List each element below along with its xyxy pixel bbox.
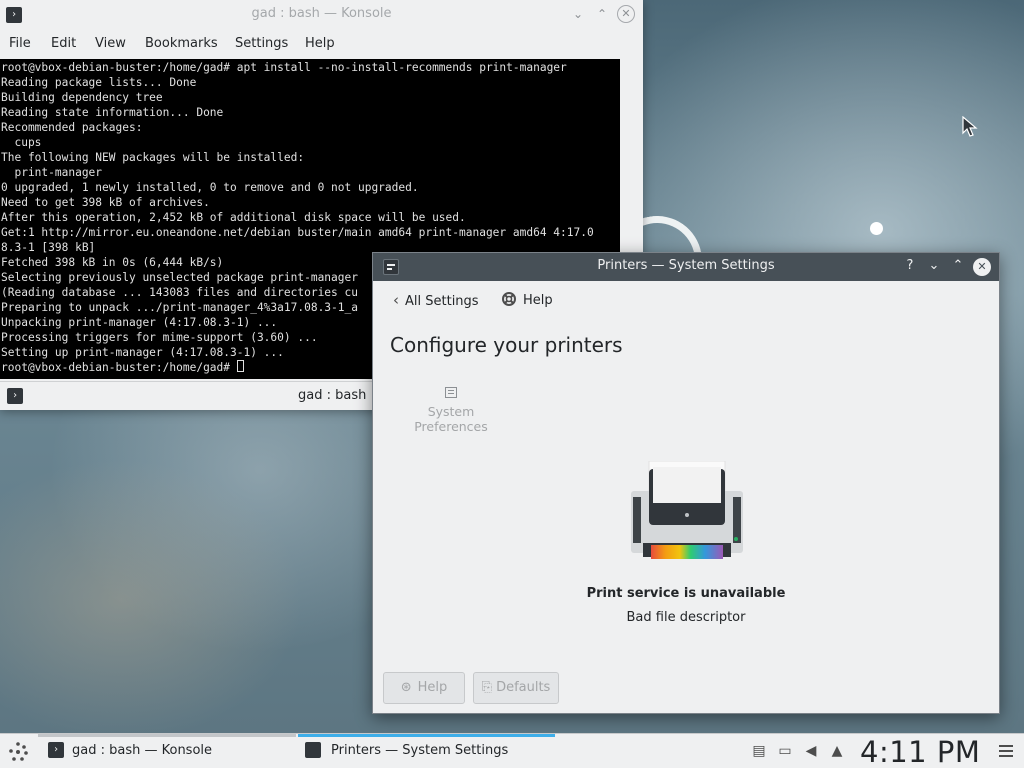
terminal-line: (Reading database ... 143083 files and d… xyxy=(1,286,358,299)
task-label: Printers — System Settings xyxy=(331,743,509,758)
terminal-app-icon: › xyxy=(48,742,64,758)
all-settings-button[interactable]: ‹ All Settings xyxy=(393,291,479,309)
expand-tray-arrow-icon[interactable]: ▲ xyxy=(829,743,845,759)
minimize-icon[interactable]: ⌄ xyxy=(925,257,943,275)
wallpaper-dot xyxy=(870,222,883,235)
terminal-line: Reading package lists... Done xyxy=(1,76,197,89)
terminal-line: Building dependency tree xyxy=(1,91,163,104)
clipboard-icon[interactable]: ▤ xyxy=(751,743,767,759)
task-indicator-active xyxy=(298,734,555,737)
lifebuoy-icon: ⊛ xyxy=(400,680,412,695)
footer-help-button[interactable]: ⊛ Help xyxy=(383,672,465,704)
terminal-cursor xyxy=(236,360,244,372)
system-preferences-button[interactable]: System Preferences xyxy=(391,387,511,434)
terminal-line: Fetched 398 kB in 0s (6,444 kB/s) xyxy=(1,256,224,269)
menu-settings[interactable]: Settings xyxy=(235,36,288,51)
edit-undo-icon: ⎘ xyxy=(481,680,493,695)
volume-icon[interactable]: ◀ xyxy=(803,743,819,759)
menu-view[interactable]: View xyxy=(95,36,126,51)
konsole-window-title: gad : bash — Konsole xyxy=(251,6,392,21)
preferences-icon xyxy=(445,387,457,398)
konsole-menubar: File Edit View Bookmarks Settings Help xyxy=(0,31,643,57)
terminal-line: Reading state information... Done xyxy=(1,106,224,119)
terminal-line: Need to get 398 kB of archives. xyxy=(1,196,210,209)
terminal-line: Setting up print-manager (4:17.08.3-1) .… xyxy=(1,346,284,359)
terminal-line: cups xyxy=(1,136,42,149)
terminal-line: 0 upgraded, 1 newly installed, 0 to remo… xyxy=(1,181,419,194)
terminal-tab-icon[interactable]: › xyxy=(7,388,23,404)
terminal-line: Processing triggers for mime-support (3.… xyxy=(1,331,318,344)
panel-options-icon[interactable] xyxy=(999,745,1013,757)
menu-edit[interactable]: Edit xyxy=(51,36,76,51)
taskbar-panel: › gad : bash — Konsole Printers — System… xyxy=(0,733,1024,768)
clock[interactable]: 4:11 PM xyxy=(860,735,980,768)
defaults-button[interactable]: ⎘ Defaults xyxy=(473,672,559,704)
printer-icon xyxy=(631,461,743,559)
close-icon[interactable]: ✕ xyxy=(973,258,991,276)
system-preferences-label: System Preferences xyxy=(414,404,488,434)
settings-toolbar: ‹ All Settings Help xyxy=(373,281,999,317)
terminal-prompt: root@vbox-debian-buster:/home/gad# xyxy=(1,361,237,374)
system-settings-window[interactable]: Printers — System Settings ? ⌄ ⌃ ✕ ‹ All … xyxy=(372,252,1000,714)
maximize-icon[interactable]: ⌃ xyxy=(593,5,611,23)
terminal-line: After this operation, 2,452 kB of additi… xyxy=(1,211,466,224)
mouse-pointer-icon xyxy=(962,116,978,137)
close-icon[interactable]: ✕ xyxy=(617,5,635,23)
terminal-line: The following NEW packages will be insta… xyxy=(1,151,305,164)
task-konsole[interactable]: › gad : bash — Konsole xyxy=(38,734,296,768)
terminal-line: 8.3-1 [398 kB] xyxy=(1,241,96,254)
defaults-label: Defaults xyxy=(496,680,551,695)
task-label: gad : bash — Konsole xyxy=(72,743,213,758)
task-system-settings[interactable]: Printers — System Settings xyxy=(298,734,555,768)
context-help-icon[interactable]: ? xyxy=(901,257,919,275)
help-toolbar-button[interactable]: Help xyxy=(501,291,553,308)
help-toolbar-label: Help xyxy=(523,293,553,308)
terminal-line: Recommended packages: xyxy=(1,121,143,134)
menu-file[interactable]: File xyxy=(9,36,31,51)
terminal-line: Selecting previously unselected package … xyxy=(1,271,358,284)
konsole-tab[interactable]: gad : bash xyxy=(298,388,366,403)
konsole-titlebar[interactable]: › gad : bash — Konsole ⌄ ⌃ ✕ xyxy=(0,0,643,29)
application-launcher-icon[interactable] xyxy=(7,741,29,763)
lifebuoy-icon xyxy=(501,291,517,308)
footer-help-label: Help xyxy=(417,680,448,695)
terminal-line: Unpacking print-manager (4:17.08.3-1) ..… xyxy=(1,316,278,329)
chevron-left-icon: ‹ xyxy=(393,291,399,309)
status-detail: Bad file descriptor xyxy=(626,610,746,625)
terminal-line: Preparing to unpack .../print-manager_4%… xyxy=(1,301,358,314)
terminal-line: root@vbox-debian-buster:/home/gad# apt i… xyxy=(1,61,567,74)
terminal-line: Get:1 http://mirror.eu.oneandone.net/deb… xyxy=(1,226,594,239)
terminal-line: print-manager xyxy=(1,166,103,179)
task-indicator xyxy=(38,734,296,737)
network-icon[interactable]: ▭ xyxy=(777,743,793,759)
system-settings-app-icon xyxy=(305,742,321,758)
menu-bookmarks[interactable]: Bookmarks xyxy=(145,36,218,51)
minimize-icon[interactable]: ⌄ xyxy=(569,5,587,23)
page-title: Configure your printers xyxy=(390,333,623,357)
maximize-icon[interactable]: ⌃ xyxy=(949,257,967,275)
menu-help[interactable]: Help xyxy=(305,36,335,51)
status-title: Print service is unavailable xyxy=(586,586,786,601)
all-settings-label: All Settings xyxy=(405,294,479,309)
settings-titlebar[interactable]: Printers — System Settings ? ⌄ ⌃ ✕ xyxy=(373,253,999,281)
